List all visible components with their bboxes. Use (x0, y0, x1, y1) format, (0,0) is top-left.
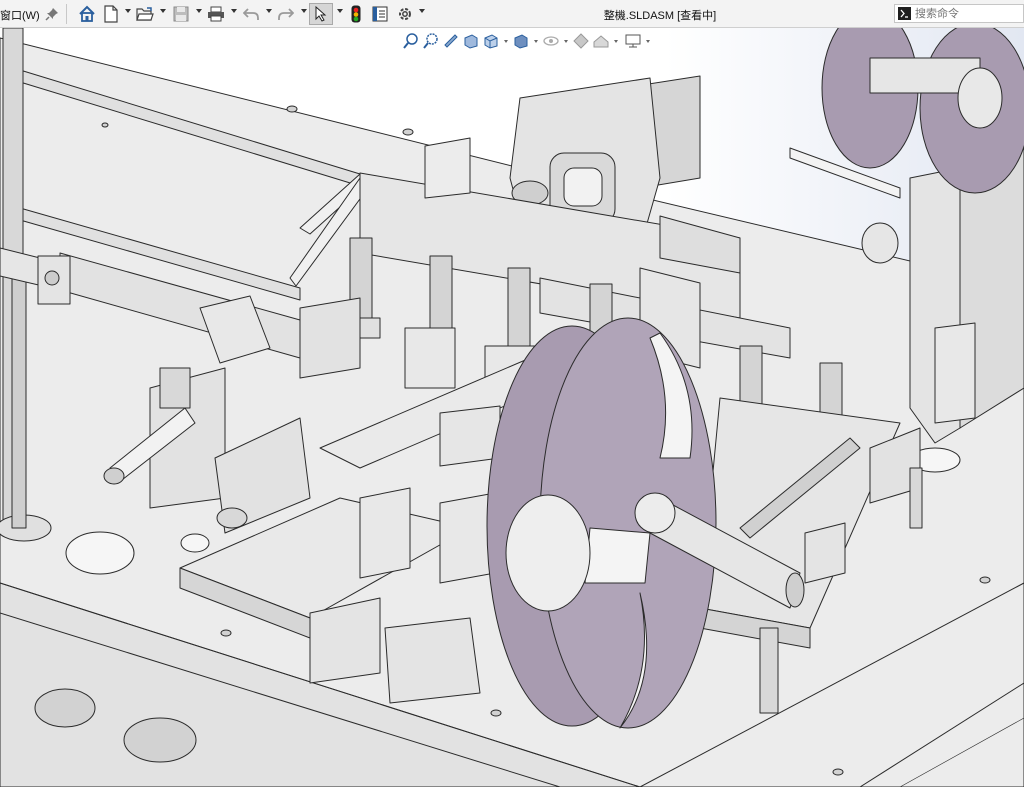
title-bar: 窗口(W) 整機.SLDASM [查看中] (0, 0, 1024, 28)
search-box[interactable] (894, 4, 1024, 23)
options-gear-icon[interactable] (395, 3, 415, 25)
traffic-light-icon[interactable] (348, 3, 364, 25)
edit-appearance-icon[interactable] (572, 31, 590, 51)
pin-icon[interactable] (44, 3, 60, 25)
toolbar-separator (66, 4, 67, 24)
heads-up-view-toolbar (398, 31, 668, 53)
open-folder-icon[interactable] (135, 3, 155, 25)
select-arrow-icon[interactable] (309, 3, 333, 25)
search-commands-input[interactable] (915, 6, 1019, 21)
hide-show-dropdown-icon[interactable] (564, 40, 568, 43)
view-orientation-dropdown-icon[interactable] (504, 40, 508, 43)
zoom-to-fit-icon[interactable] (402, 31, 420, 51)
home-icon[interactable] (76, 3, 98, 25)
display-style-dropdown-icon[interactable] (534, 40, 538, 43)
section-view-icon[interactable] (462, 31, 480, 51)
command-prompt-icon (898, 7, 911, 25)
apply-scene-icon[interactable] (592, 31, 610, 51)
options-dropdown-chevron-icon[interactable] (419, 9, 425, 13)
redo-icon[interactable] (276, 3, 296, 25)
view-settings-dropdown-icon[interactable] (646, 40, 650, 43)
assembly-model-render[interactable] (0, 28, 1024, 787)
document-title: 整機.SLDASM [查看中] (603, 10, 717, 22)
apply-scene-dropdown-icon[interactable] (614, 40, 618, 43)
display-style-icon[interactable] (512, 31, 530, 51)
graphics-viewport[interactable] (0, 28, 1024, 787)
new-dropdown-chevron-icon[interactable] (125, 9, 131, 13)
save-dropdown-chevron-icon[interactable] (196, 9, 202, 13)
print-dropdown-chevron-icon[interactable] (231, 9, 237, 13)
previous-view-icon[interactable] (442, 31, 460, 51)
select-dropdown-chevron-icon[interactable] (337, 9, 343, 13)
undo-dropdown-chevron-icon[interactable] (266, 9, 272, 13)
menu-window[interactable]: 窗口(W) (0, 7, 40, 23)
new-document-icon[interactable] (102, 3, 120, 25)
print-icon[interactable] (206, 3, 226, 25)
save-icon[interactable] (171, 3, 191, 25)
hide-show-items-icon[interactable] (542, 31, 560, 51)
file-properties-icon[interactable] (370, 3, 390, 25)
view-settings-icon[interactable] (624, 31, 642, 51)
zoom-to-area-icon[interactable] (422, 31, 440, 51)
open-dropdown-chevron-icon[interactable] (160, 9, 166, 13)
redo-dropdown-chevron-icon[interactable] (301, 9, 307, 13)
undo-icon[interactable] (241, 3, 261, 25)
view-orientation-icon[interactable] (482, 31, 500, 51)
